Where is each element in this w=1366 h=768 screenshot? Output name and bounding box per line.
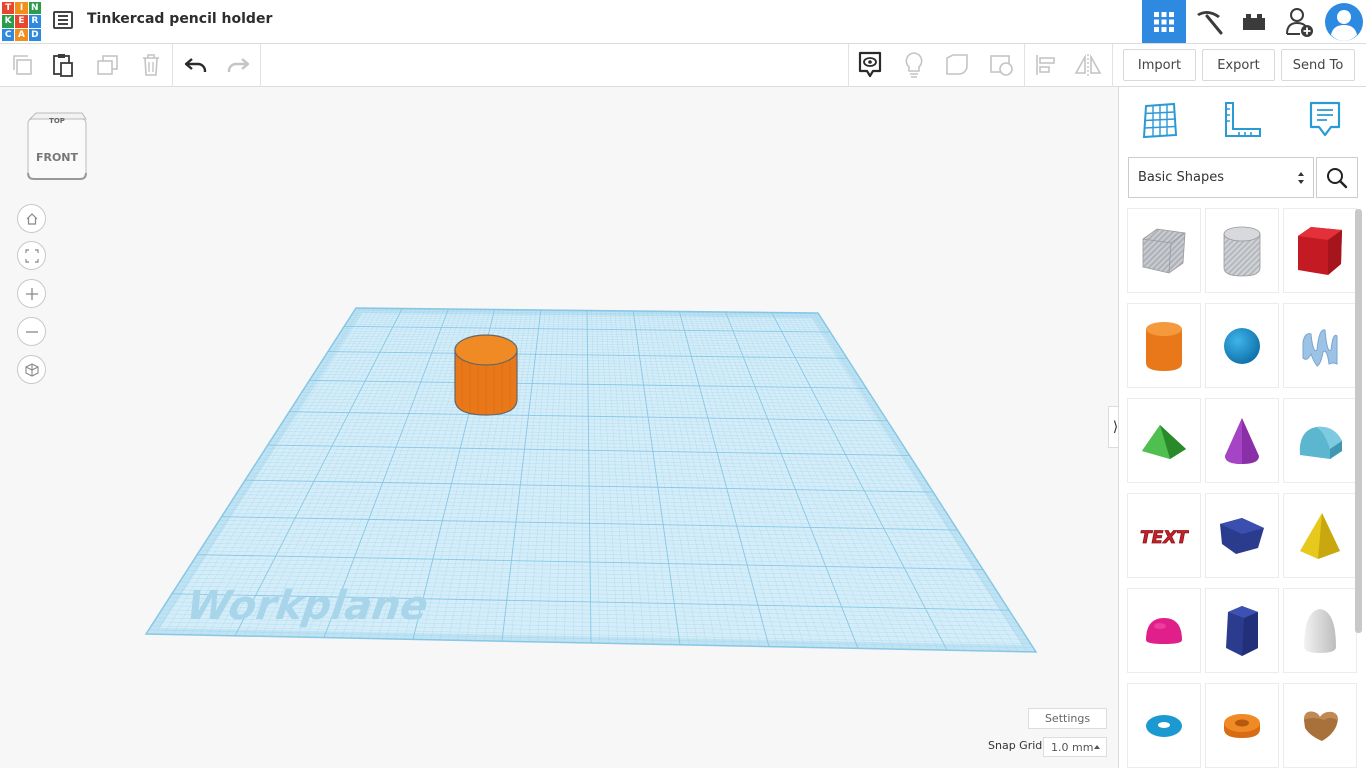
paste-icon[interactable] (47, 50, 79, 80)
shape-library-select[interactable]: Basic Shapes (1128, 157, 1314, 198)
design-list-icon[interactable] (53, 11, 73, 29)
shape-tile-polygon[interactable] (1206, 494, 1278, 577)
torus-icon (1146, 714, 1182, 737)
logo-letter: D (28, 28, 41, 41)
delete-icon[interactable] (135, 50, 167, 80)
sphere-icon (1224, 327, 1260, 364)
logo-letter: T (2, 2, 15, 15)
shape-tile-scribble[interactable] (1284, 304, 1356, 387)
paraboloid-icon (1304, 608, 1336, 653)
shape-library-value: Basic Shapes (1138, 170, 1225, 185)
hint-bulb-icon[interactable] (898, 50, 930, 80)
shape-tile-tube[interactable] (1206, 684, 1278, 767)
redo-icon[interactable] (222, 50, 254, 80)
snap-grid-value: 1.0 mm (1051, 740, 1094, 754)
cylinder-hole-icon (1223, 226, 1261, 276)
heart-icon (1304, 711, 1338, 741)
pyramid-icon (1300, 512, 1340, 559)
shape-tile-polygon-prism[interactable] (1206, 589, 1278, 672)
3d-workspace[interactable]: TOP FRONT Workplane Settings Snap Grid 1… (0, 87, 1118, 768)
round-roof-icon (1299, 426, 1342, 459)
logo-letter: K (2, 15, 15, 28)
align-icon[interactable] (1030, 50, 1062, 80)
shape-tile-paraboloid[interactable] (1284, 589, 1356, 672)
3d-design-icon[interactable] (1142, 0, 1186, 43)
snap-grid-select[interactable]: 1.0 mm (1043, 737, 1107, 757)
solid-shape-icon[interactable] (942, 50, 974, 80)
svg-text:TEXT: TEXT (1140, 528, 1189, 548)
pickaxe-icon[interactable] (1187, 0, 1231, 43)
polygon-icon (1220, 517, 1264, 554)
bricks-icon[interactable] (1232, 0, 1276, 43)
text-icon: TEXT (1140, 527, 1189, 548)
cone-icon (1225, 417, 1259, 464)
scribble-icon (1302, 328, 1338, 367)
logo-letter: E (15, 15, 28, 28)
shape-search-button[interactable] (1316, 157, 1358, 198)
snap-grid-label: Snap Grid (988, 739, 1043, 752)
notes-icon[interactable] (1304, 99, 1346, 141)
logo-letter: A (15, 28, 28, 41)
shape-tile-cylinder[interactable] (1128, 304, 1200, 387)
settings-button[interactable]: Settings (1028, 708, 1107, 729)
logo-letter: R (28, 15, 41, 28)
send-to-button[interactable]: Send To (1281, 49, 1355, 81)
shape-tile-text[interactable]: TEXT (1128, 494, 1200, 577)
shape-tile-roof[interactable] (1128, 399, 1200, 482)
roof-icon (1142, 424, 1186, 459)
search-icon (1327, 167, 1348, 188)
panel-scrollbar[interactable] (1355, 209, 1362, 633)
workplane[interactable]: Workplane (0, 87, 1118, 768)
hole-shape-icon[interactable] (986, 50, 1018, 80)
design-title[interactable]: Tinkercad pencil holder (87, 11, 272, 27)
top-header: TINKERCAD Tinkercad pencil holder (0, 0, 1366, 44)
import-button[interactable]: Import (1123, 49, 1196, 81)
logo-letter: N (28, 2, 41, 15)
shape-tile-half-sphere[interactable] (1128, 589, 1200, 672)
shape-tile-box-hole[interactable] (1128, 209, 1200, 292)
shape-tile-cone[interactable] (1206, 399, 1278, 482)
box-hole-icon (1142, 228, 1186, 273)
shape-tile-pyramid[interactable] (1284, 494, 1356, 577)
tinkercad-logo[interactable]: TINKERCAD (2, 2, 41, 41)
export-button[interactable]: Export (1202, 49, 1275, 81)
logo-letter: I (15, 2, 28, 15)
shape-tile-round-roof[interactable] (1284, 399, 1356, 482)
cylinder-icon (1146, 321, 1182, 371)
add-user-icon[interactable] (1278, 0, 1322, 43)
notes-toggle-icon[interactable] (854, 50, 886, 80)
half-sphere-icon (1146, 617, 1182, 644)
shape-tile-box[interactable] (1284, 209, 1356, 292)
main-toolbar: Import Export Send To (0, 44, 1366, 87)
shape-tile-heart[interactable] (1284, 684, 1356, 767)
ruler-icon[interactable] (1221, 99, 1263, 141)
shape-tile-cylinder-hole[interactable] (1206, 209, 1278, 292)
cylinder-object[interactable] (452, 333, 522, 419)
workplane-label: Workplane (184, 583, 431, 629)
polygon-prism-icon (1226, 605, 1258, 656)
shapes-panel: Basic Shapes TEXT (1118, 87, 1366, 768)
select-arrows-icon (1298, 172, 1304, 184)
logo-letter: C (2, 28, 15, 41)
shape-tile-torus[interactable] (1128, 684, 1200, 767)
tube-icon (1224, 713, 1260, 738)
avatar-icon[interactable] (1322, 0, 1366, 43)
copy-icon[interactable] (6, 50, 38, 80)
undo-icon[interactable] (180, 50, 212, 80)
box-icon (1298, 226, 1342, 275)
duplicate-icon[interactable] (91, 50, 123, 80)
shape-tile-sphere[interactable] (1206, 304, 1278, 387)
mirror-icon[interactable] (1072, 50, 1104, 80)
workplane-grid-icon[interactable] (1139, 99, 1181, 141)
